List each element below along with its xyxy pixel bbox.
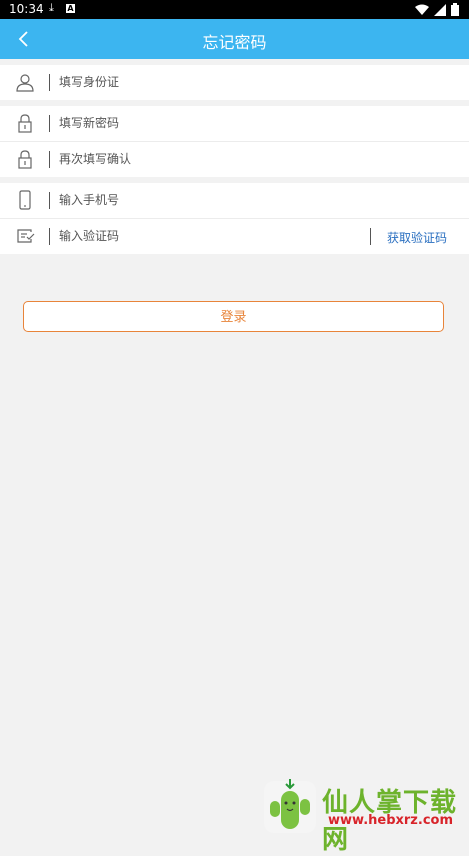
id-card-input[interactable] bbox=[59, 72, 359, 92]
id-card-group bbox=[0, 65, 469, 100]
notification-a-icon: A bbox=[66, 4, 75, 13]
status-time: 10:34 bbox=[9, 2, 44, 16]
confirm-password-input[interactable] bbox=[59, 149, 359, 169]
new-password-row bbox=[0, 106, 469, 142]
watermark-logo: 仙人掌下载网 www.hebxrz.com bbox=[262, 777, 469, 855]
wifi-icon bbox=[415, 4, 429, 15]
lock-icon bbox=[18, 114, 32, 133]
watermark-url: www.hebxrz.com bbox=[328, 813, 453, 828]
phone-row bbox=[0, 183, 469, 219]
divider bbox=[370, 228, 371, 245]
code-row: 获取验证码 bbox=[0, 219, 469, 254]
confirm-password-row bbox=[0, 142, 469, 177]
battery-icon bbox=[451, 3, 459, 16]
phone-input[interactable] bbox=[59, 190, 359, 210]
get-code-button[interactable]: 获取验证码 bbox=[387, 229, 447, 246]
page-title: 忘记密码 bbox=[202, 33, 267, 52]
code-input[interactable] bbox=[59, 226, 349, 246]
code-icon bbox=[17, 229, 35, 243]
cactus-logo-icon bbox=[264, 779, 316, 833]
new-password-input[interactable] bbox=[59, 113, 359, 133]
login-button[interactable]: 登录 bbox=[23, 301, 444, 332]
divider bbox=[49, 115, 50, 132]
download-icon: ⤓ bbox=[49, 1, 54, 14]
divider bbox=[49, 74, 50, 91]
password-group bbox=[0, 106, 469, 177]
phone-group: 获取验证码 bbox=[0, 183, 469, 254]
user-icon bbox=[16, 74, 34, 92]
status-bar: 10:34 ⤓ A bbox=[0, 0, 469, 19]
system-icons bbox=[415, 3, 459, 16]
id-card-row bbox=[0, 65, 469, 100]
divider bbox=[49, 192, 50, 209]
divider bbox=[49, 228, 50, 245]
signal-icon bbox=[434, 3, 446, 16]
app-bar: 忘记密码 bbox=[0, 19, 469, 59]
lock-icon bbox=[18, 150, 32, 169]
phone-icon bbox=[19, 190, 31, 210]
divider bbox=[49, 151, 50, 168]
